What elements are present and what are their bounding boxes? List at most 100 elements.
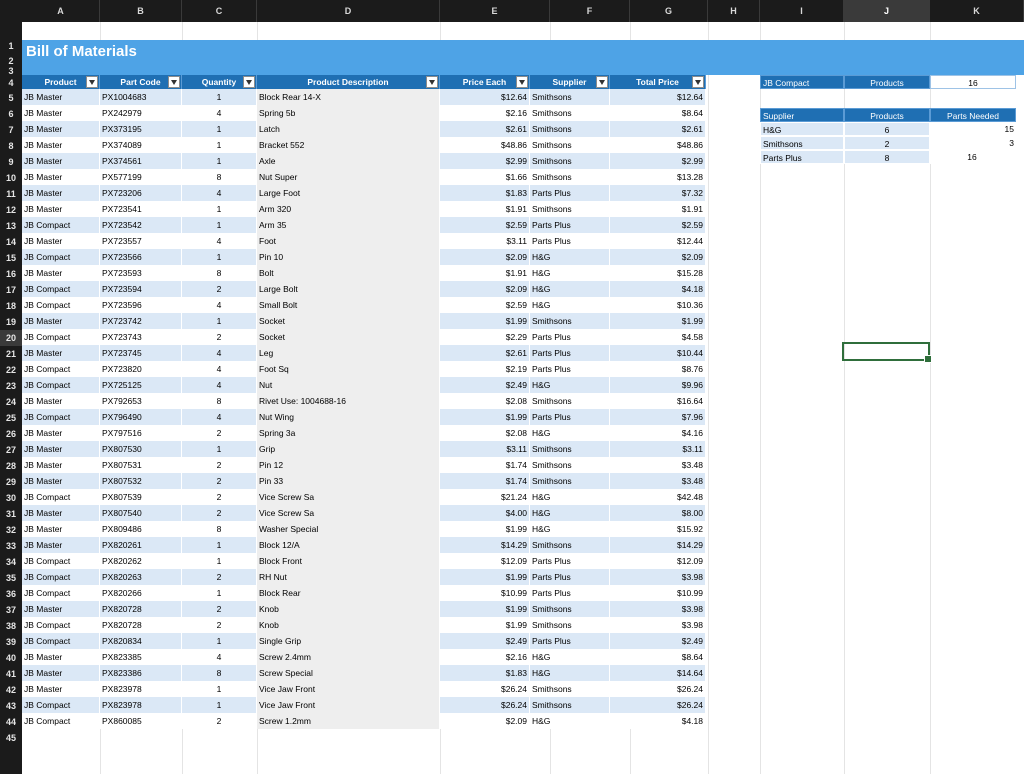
cell-total-price[interactable]: $2.09 <box>610 249 706 265</box>
filter-dropdown-icon[interactable] <box>426 76 438 88</box>
cell-description[interactable]: Vice Jaw Front <box>257 697 440 713</box>
cell-description[interactable]: Single Grip <box>257 633 440 649</box>
cell-product[interactable]: JB Master <box>22 201 100 217</box>
cell-part-code[interactable]: PX797516 <box>100 425 182 441</box>
cell-total-price[interactable]: $26.24 <box>610 697 706 713</box>
cell-product[interactable]: JB Master <box>22 89 100 105</box>
cell-quantity[interactable]: 1 <box>182 585 257 601</box>
column-header-f[interactable]: F <box>550 0 630 22</box>
cell-total-price[interactable]: $2.59 <box>610 217 706 233</box>
cell-description[interactable]: Arm 320 <box>257 201 440 217</box>
summary-product-label[interactable]: JB Compact <box>760 75 844 89</box>
cell-total-price[interactable]: $10.36 <box>610 297 706 313</box>
cell-supplier[interactable]: Parts Plus <box>530 633 610 649</box>
row-header-15[interactable]: 15 <box>0 250 22 266</box>
cell-supplier[interactable]: Parts Plus <box>530 185 610 201</box>
cell-product[interactable]: JB Master <box>22 681 100 697</box>
row-header-35[interactable]: 35 <box>0 570 22 586</box>
row-header-21[interactable]: 21 <box>0 346 22 362</box>
cell-supplier[interactable]: H&G <box>530 665 610 681</box>
cell-part-code[interactable]: PX820728 <box>100 617 182 633</box>
cell-price-each[interactable]: $2.59 <box>440 297 530 313</box>
row-header-17[interactable]: 17 <box>0 282 22 298</box>
header-product[interactable]: Product <box>22 75 100 89</box>
column-header-i[interactable]: I <box>760 0 844 22</box>
cell-description[interactable]: Screw 1.2mm <box>257 713 440 729</box>
filter-dropdown-icon[interactable] <box>86 76 98 88</box>
cell-part-code[interactable]: PX374089 <box>100 137 182 153</box>
cell-quantity[interactable]: 8 <box>182 521 257 537</box>
row-header-40[interactable]: 40 <box>0 650 22 666</box>
select-all-corner[interactable] <box>0 0 22 22</box>
cell-part-code[interactable]: PX809486 <box>100 521 182 537</box>
header-price-each[interactable]: Price Each <box>440 75 530 89</box>
cell-supplier[interactable]: Parts Plus <box>530 361 610 377</box>
filter-dropdown-icon[interactable] <box>168 76 180 88</box>
cell-product[interactable]: JB Master <box>22 505 100 521</box>
row-header-28[interactable]: 28 <box>0 458 22 474</box>
row-header-36[interactable]: 36 <box>0 586 22 602</box>
column-header-h[interactable]: H <box>708 0 760 22</box>
cell-quantity[interactable]: 4 <box>182 377 257 393</box>
cell-part-code[interactable]: PX820266 <box>100 585 182 601</box>
cell-product[interactable]: JB Compact <box>22 553 100 569</box>
cell-quantity[interactable]: 4 <box>182 345 257 361</box>
cell-price-each[interactable]: $3.11 <box>440 441 530 457</box>
row-header-32[interactable]: 32 <box>0 522 22 538</box>
cell-total-price[interactable]: $10.99 <box>610 585 706 601</box>
cell-price-each[interactable]: $12.64 <box>440 89 530 105</box>
cell-quantity[interactable]: 4 <box>182 649 257 665</box>
cell-part-code[interactable]: PX807531 <box>100 457 182 473</box>
column-header-c[interactable]: C <box>182 0 257 22</box>
cell-supplier[interactable]: H&G <box>530 425 610 441</box>
cell-quantity[interactable]: 4 <box>182 105 257 121</box>
column-header-j[interactable]: J <box>844 0 930 22</box>
row-header-33[interactable]: 33 <box>0 538 22 554</box>
cell-quantity[interactable]: 4 <box>182 361 257 377</box>
cell-quantity[interactable]: 2 <box>182 489 257 505</box>
cell-product[interactable]: JB Master <box>22 537 100 553</box>
row-header-45[interactable]: 45 <box>0 730 22 746</box>
header-total-price[interactable]: Total Price <box>610 75 706 89</box>
cell-product[interactable]: JB Master <box>22 521 100 537</box>
cell-product[interactable]: JB Compact <box>22 585 100 601</box>
header-description[interactable]: Product Description <box>257 75 440 89</box>
cell-description[interactable]: Washer Special <box>257 521 440 537</box>
cell-quantity[interactable]: 1 <box>182 137 257 153</box>
cell-part-code[interactable]: PX820262 <box>100 553 182 569</box>
cell-product[interactable]: JB Compact <box>22 361 100 377</box>
cell-supplier[interactable]: H&G <box>530 265 610 281</box>
row-header-41[interactable]: 41 <box>0 666 22 682</box>
cell-price-each[interactable]: $1.99 <box>440 617 530 633</box>
cell-total-price[interactable]: $12.44 <box>610 233 706 249</box>
cell-quantity[interactable]: 4 <box>182 297 257 313</box>
row-header-3[interactable]: 3 <box>0 67 22 76</box>
cell-price-each[interactable]: $2.99 <box>440 153 530 169</box>
cell-description[interactable]: Arm 35 <box>257 217 440 233</box>
row-header-24[interactable]: 24 <box>0 394 22 410</box>
cell-part-code[interactable]: PX823978 <box>100 697 182 713</box>
cell-part-code[interactable]: PX723743 <box>100 329 182 345</box>
column-header-g[interactable]: G <box>630 0 708 22</box>
cell-product[interactable]: JB Master <box>22 665 100 681</box>
cell-quantity[interactable]: 1 <box>182 217 257 233</box>
cell-total-price[interactable]: $13.28 <box>610 169 706 185</box>
header-quantity[interactable]: Quantity <box>182 75 257 89</box>
row-header-18[interactable]: 18 <box>0 298 22 314</box>
cell-total-price[interactable]: $3.98 <box>610 569 706 585</box>
row-header-8[interactable]: 8 <box>0 138 22 154</box>
row-header-12[interactable]: 12 <box>0 202 22 218</box>
cell-quantity[interactable]: 1 <box>182 153 257 169</box>
cell-supplier[interactable]: Smithsons <box>530 201 610 217</box>
cell-description[interactable]: Nut <box>257 377 440 393</box>
cell-supplier[interactable]: H&G <box>530 649 610 665</box>
cell-price-each[interactable]: $2.09 <box>440 281 530 297</box>
cell-price-each[interactable]: $12.09 <box>440 553 530 569</box>
cell-supplier[interactable]: H&G <box>530 249 610 265</box>
cell-price-each[interactable]: $2.49 <box>440 377 530 393</box>
cell-quantity[interactable]: 8 <box>182 265 257 281</box>
cell-part-code[interactable]: PX577199 <box>100 169 182 185</box>
cell-part-code[interactable]: PX723593 <box>100 265 182 281</box>
cell-quantity[interactable]: 1 <box>182 441 257 457</box>
cell-supplier[interactable]: H&G <box>530 713 610 729</box>
